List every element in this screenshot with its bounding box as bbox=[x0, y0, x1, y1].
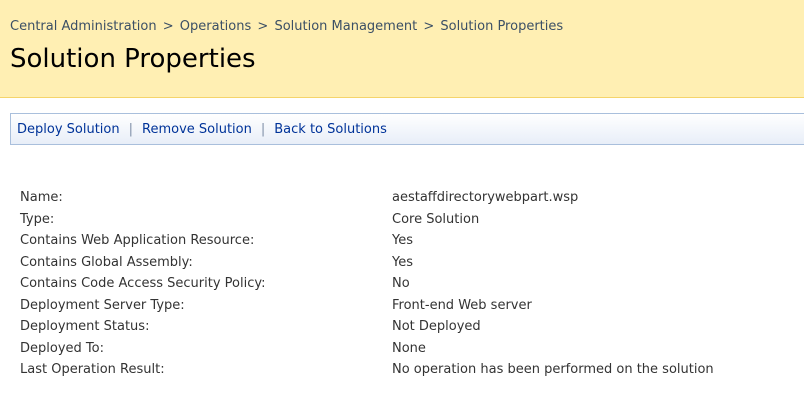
property-label: Type: bbox=[20, 211, 55, 227]
breadcrumb-link-central-administration[interactable]: Central Administration bbox=[10, 19, 157, 34]
property-label: Contains Global Assembly: bbox=[20, 254, 193, 270]
property-row-last-operation-result: Last Operation Result: No operation has … bbox=[20, 362, 714, 384]
action-toolbar: Deploy Solution | Remove Solution | Back… bbox=[10, 113, 804, 145]
property-label: Last Operation Result: bbox=[20, 362, 165, 377]
property-label: Contains Code Access Security Policy: bbox=[20, 276, 266, 291]
property-label: Contains Web Application Resource: bbox=[20, 233, 255, 248]
property-row-global-assembly: Contains Global Assembly: Yes bbox=[20, 255, 714, 277]
breadcrumb: Central Administration > Operations > So… bbox=[10, 19, 563, 34]
property-value: No bbox=[392, 276, 410, 291]
solution-properties-list: Name: aestaffdirectorywebpart.wsp Type: … bbox=[20, 190, 714, 384]
deploy-solution-link[interactable]: Deploy Solution bbox=[17, 122, 120, 137]
property-value: None bbox=[392, 340, 426, 356]
property-value: No operation has been performed on the s… bbox=[392, 362, 714, 377]
toolbar-separator: | bbox=[260, 121, 266, 137]
property-label: Deployment Server Type: bbox=[20, 297, 185, 313]
remove-solution-link[interactable]: Remove Solution bbox=[142, 122, 252, 137]
property-value: Core Solution bbox=[392, 211, 480, 227]
breadcrumb-separator: > bbox=[423, 19, 435, 34]
property-row-deployment-server-type: Deployment Server Type: Front-end Web se… bbox=[20, 298, 714, 320]
property-value: Not Deployed bbox=[392, 319, 481, 334]
property-value: aestaffdirectorywebpart.wsp bbox=[392, 190, 579, 205]
property-label: Deployed To: bbox=[20, 340, 104, 356]
property-row-code-access-security-policy: Contains Code Access Security Policy: No bbox=[20, 276, 714, 298]
breadcrumb-current: Solution Properties bbox=[440, 19, 564, 34]
page-title: Solution Properties bbox=[10, 44, 256, 74]
breadcrumb-link-solution-management[interactable]: Solution Management bbox=[274, 19, 417, 34]
property-row-deployed-to: Deployed To: None bbox=[20, 341, 714, 363]
back-to-solutions-link[interactable]: Back to Solutions bbox=[274, 122, 387, 137]
property-value: Yes bbox=[392, 233, 413, 248]
breadcrumb-separator: > bbox=[162, 19, 174, 34]
property-value: Front-end Web server bbox=[392, 297, 532, 313]
property-row-type: Type: Core Solution bbox=[20, 212, 714, 234]
breadcrumb-link-operations[interactable]: Operations bbox=[180, 19, 251, 34]
property-label: Name: bbox=[20, 190, 63, 205]
breadcrumb-separator: > bbox=[257, 19, 269, 34]
page-header: Central Administration > Operations > So… bbox=[0, 0, 804, 98]
property-value: Yes bbox=[392, 254, 413, 270]
property-row-name: Name: aestaffdirectorywebpart.wsp bbox=[20, 190, 714, 212]
property-label: Deployment Status: bbox=[20, 319, 150, 334]
property-row-web-application-resource: Contains Web Application Resource: Yes bbox=[20, 233, 714, 255]
property-row-deployment-status: Deployment Status: Not Deployed bbox=[20, 319, 714, 341]
toolbar-separator: | bbox=[128, 121, 134, 137]
